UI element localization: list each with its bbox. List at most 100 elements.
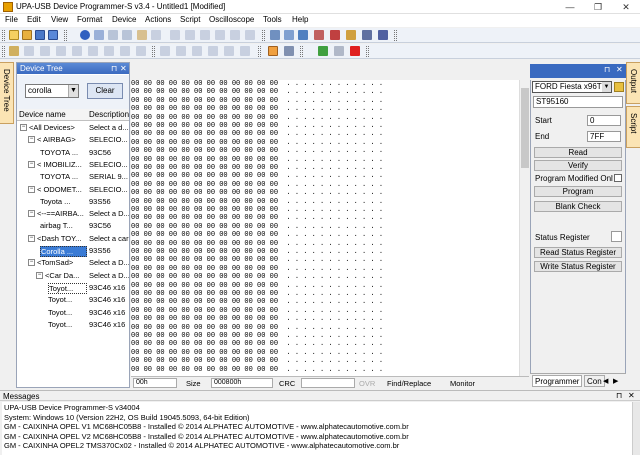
hex-row[interactable]: 00 00 00 00 00 00 00 00 00 00 00 00 . . … <box>131 164 383 172</box>
hex-scrollbar[interactable] <box>519 80 529 376</box>
cursor-icon[interactable] <box>268 46 278 56</box>
status-register-field[interactable] <box>611 231 622 242</box>
hex-row[interactable]: 00 00 00 00 00 00 00 00 00 00 00 00 . . … <box>131 332 383 340</box>
monitor-tab[interactable]: Monitor <box>450 379 475 388</box>
chip-write-icon[interactable] <box>284 30 294 40</box>
hex-row[interactable]: 00 00 00 00 00 00 00 00 00 00 00 00 . . … <box>131 156 383 164</box>
menu-view[interactable]: View <box>48 15 71 24</box>
close-panel-icon[interactable]: ✕ <box>120 64 127 73</box>
hex-row[interactable]: 00 00 00 00 00 00 00 00 00 00 00 00 . . … <box>131 248 383 256</box>
column-description[interactable]: Description <box>89 110 129 119</box>
find-icon[interactable] <box>185 30 195 40</box>
gear-icon[interactable] <box>330 30 340 40</box>
settings-icon[interactable] <box>346 30 356 40</box>
device-filter-select[interactable]: corolla ▼ <box>25 84 79 98</box>
zoom-icon[interactable] <box>240 46 250 56</box>
tree-row[interactable]: Toyota ... 93S56 <box>17 196 129 208</box>
chevron-down-icon[interactable]: ▼ <box>68 85 78 97</box>
tree-row[interactable]: − <Dash TOY... Select a car <box>17 233 129 245</box>
hex-row[interactable]: 00 00 00 00 00 00 00 00 00 00 00 00 . . … <box>131 366 383 374</box>
close-panel-icon[interactable]: ✕ <box>628 391 635 400</box>
checksum-icon[interactable] <box>120 46 130 56</box>
read-button[interactable]: Read <box>534 147 622 158</box>
hex-row[interactable]: 00 00 00 00 00 00 00 00 00 00 00 00 . . … <box>131 105 383 113</box>
expand-toggle-icon[interactable]: − <box>36 271 43 279</box>
output-side-tab[interactable]: Output <box>626 62 640 104</box>
tree-row[interactable]: Toyot... 93C46 x16 <box>17 307 129 319</box>
menu-edit[interactable]: Edit <box>24 15 44 24</box>
tree-row[interactable]: − <All Devices> Select a d... <box>17 122 129 134</box>
hex-row[interactable]: 00 00 00 00 00 00 00 00 00 00 00 00 . . … <box>131 282 383 290</box>
tab-programmer[interactable]: Programmer <box>532 375 583 387</box>
toolbar-grip[interactable] <box>2 30 5 41</box>
invert-icon[interactable] <box>72 46 82 56</box>
blank-check-button[interactable]: Blank Check <box>534 201 622 212</box>
pin-icon[interactable]: ⊓ <box>111 64 117 73</box>
hex-row[interactable]: 00 00 00 00 00 00 00 00 00 00 00 00 . . … <box>131 357 383 365</box>
tree-row[interactable]: Toyot... 93C46 x16 <box>17 282 129 294</box>
start-address-input[interactable]: 0 <box>587 115 621 126</box>
read-status-register-button[interactable]: Read Status Register <box>534 247 622 258</box>
messages-scrollbar[interactable] <box>632 402 640 455</box>
hex-row[interactable]: 00 00 00 00 00 00 00 00 00 00 00 00 . . … <box>131 130 383 138</box>
connect-icon[interactable] <box>94 30 104 40</box>
hand-icon[interactable] <box>284 46 294 56</box>
tree-row[interactable]: − < AIRBAG> SELECIO... <box>17 134 129 146</box>
menu-file[interactable]: File <box>2 15 21 24</box>
end-address-input[interactable]: 7FF <box>587 131 621 142</box>
replace-icon[interactable] <box>200 30 210 40</box>
save-icon[interactable] <box>35 30 45 40</box>
insert-icon[interactable] <box>24 46 34 56</box>
tab-scroll-right-icon[interactable]: ▶ <box>613 377 618 385</box>
menu-device[interactable]: Device <box>109 15 139 24</box>
fill-icon[interactable] <box>230 30 240 40</box>
save-as-icon[interactable] <box>48 30 58 40</box>
expand-toggle-icon[interactable]: − <box>28 136 35 144</box>
script-side-tab[interactable]: Script <box>626 106 640 148</box>
close-button[interactable]: ✕ <box>612 0 640 14</box>
hex-row[interactable]: 00 00 00 00 00 00 00 00 00 00 00 00 . . … <box>131 206 383 214</box>
scrollbar-thumb[interactable] <box>521 88 529 168</box>
swap-icon[interactable] <box>56 46 66 56</box>
hex-row[interactable]: 00 00 00 00 00 00 00 00 00 00 00 00 . . … <box>131 315 383 323</box>
hex-row[interactable]: 00 00 00 00 00 00 00 00 00 00 00 00 . . … <box>131 181 383 189</box>
maximize-button[interactable]: ❐ <box>584 0 612 14</box>
hex-row[interactable]: 00 00 00 00 00 00 00 00 00 00 00 00 . . … <box>131 214 383 222</box>
redo-icon[interactable] <box>170 30 180 40</box>
verify-button[interactable]: Verify <box>534 160 622 171</box>
menu-script[interactable]: Script <box>177 15 203 24</box>
cut-icon[interactable] <box>108 30 118 40</box>
hex-row[interactable]: 00 00 00 00 00 00 00 00 00 00 00 00 . . … <box>131 349 383 357</box>
minimize-button[interactable]: — <box>556 0 584 14</box>
menu-format[interactable]: Format <box>74 15 105 24</box>
hex-row[interactable]: 00 00 00 00 00 00 00 00 00 00 00 00 . . … <box>131 198 383 206</box>
network-icon[interactable] <box>378 30 388 40</box>
tab-scroll-left-icon[interactable]: ◀ <box>603 377 608 385</box>
expand-toggle-icon[interactable]: − <box>28 259 35 267</box>
menu-actions[interactable]: Actions <box>142 15 174 24</box>
step-icon[interactable] <box>334 46 344 56</box>
tree-row[interactable]: − <TomSad> Select a D... <box>17 257 129 269</box>
tree-row[interactable]: Toyot... 93C46 x16 <box>17 294 129 306</box>
tree-row[interactable]: − < ODOMET... SELECIO... <box>17 184 129 196</box>
column-device-name[interactable]: Device name <box>19 110 66 119</box>
open-folder-icon[interactable] <box>22 30 32 40</box>
hex-row[interactable]: 00 00 00 00 00 00 00 00 00 00 00 00 . . … <box>131 240 383 248</box>
device-select[interactable]: FORD Fiesta x96T <box>532 81 612 93</box>
new-file-icon[interactable] <box>9 30 19 40</box>
tree-row[interactable]: − < IMOBILIZ... SELECIO... <box>17 159 129 171</box>
chip-verify-icon[interactable] <box>298 30 308 40</box>
hex-row[interactable]: 00 00 00 00 00 00 00 00 00 00 00 00 . . … <box>131 265 383 273</box>
hex-row[interactable]: 00 00 00 00 00 00 00 00 00 00 00 00 . . … <box>131 189 383 197</box>
hex-row[interactable]: 00 00 00 00 00 00 00 00 00 00 00 00 . . … <box>131 139 383 147</box>
tree-row[interactable]: Corolla ... 93S56 <box>17 245 129 257</box>
hex-row[interactable]: 00 00 00 00 00 00 00 00 00 00 00 00 . . … <box>131 122 383 130</box>
hex-row[interactable]: 00 00 00 00 00 00 00 00 00 00 00 00 . . … <box>131 88 383 96</box>
view-ascii-icon[interactable] <box>176 46 186 56</box>
tree-row[interactable]: TOYOTA ... SERIAL 9... <box>17 171 129 183</box>
hex-row[interactable]: 00 00 00 00 00 00 00 00 00 00 00 00 . . … <box>131 231 383 239</box>
goto-icon[interactable] <box>215 30 225 40</box>
hex-row[interactable]: 00 00 00 00 00 00 00 00 00 00 00 00 . . … <box>131 307 383 315</box>
expand-toggle-icon[interactable]: − <box>28 160 35 168</box>
paste-icon[interactable] <box>137 30 147 40</box>
